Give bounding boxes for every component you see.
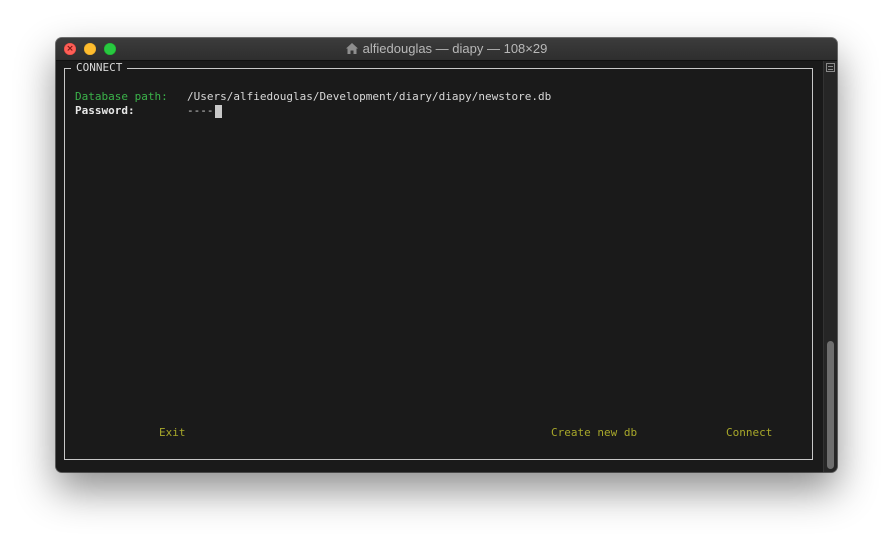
password-field[interactable]: ---- xyxy=(187,104,214,118)
db-path-label: Database path: xyxy=(75,90,168,103)
vertical-scrollbar[interactable] xyxy=(823,61,837,472)
split-pane-icon[interactable] xyxy=(826,63,835,72)
password-label: Password: xyxy=(75,104,135,117)
scrollbar-thumb[interactable] xyxy=(827,341,834,469)
exit-button[interactable]: Exit xyxy=(159,426,186,440)
connect-button[interactable]: Connect xyxy=(726,426,772,440)
db-path-field[interactable]: /Users/alfiedouglas/Development/diary/di… xyxy=(187,90,551,104)
create-db-button[interactable]: Create new db xyxy=(551,426,637,440)
connect-panel: CONNECT Database path: /Users/alfiedougl… xyxy=(64,61,813,460)
text-cursor xyxy=(215,105,222,118)
window-title: alfiedouglas — diapy — 108×29 xyxy=(56,38,837,60)
title-bar[interactable]: × alfiedouglas — diapy — 108×29 xyxy=(56,38,837,61)
window-title-text: alfiedouglas — diapy — 108×29 xyxy=(362,41,548,56)
panel-title: CONNECT xyxy=(71,61,128,75)
home-icon xyxy=(345,43,358,54)
terminal-window: × alfiedouglas — diapy — 108×29 CONNECT … xyxy=(56,38,837,472)
terminal-content[interactable]: CONNECT Database path: /Users/alfiedougl… xyxy=(56,61,824,472)
